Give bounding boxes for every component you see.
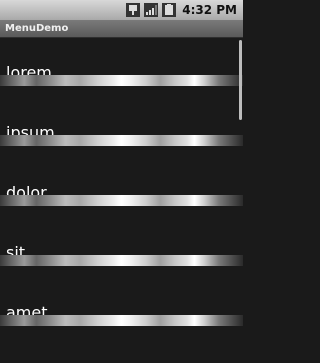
list-item-sit[interactable]: sit xyxy=(0,218,243,278)
list-item-amet[interactable]: amet xyxy=(0,278,243,338)
status-bar: 4:32 PM xyxy=(0,0,243,20)
app-title: MenuDemo xyxy=(5,23,69,34)
scrollbar[interactable] xyxy=(239,40,242,120)
battery-icon xyxy=(162,3,177,17)
list-item-ipsum[interactable]: ipsum xyxy=(0,98,243,158)
list-item-dolor[interactable]: dolor xyxy=(0,158,243,218)
status-time: 4:32 PM xyxy=(182,3,237,17)
signal-icon xyxy=(144,3,159,17)
menu-list[interactable]: lorem ipsum dolor sit amet xyxy=(0,38,243,363)
app-title-bar: MenuDemo xyxy=(0,20,243,38)
usb-icon xyxy=(126,3,141,17)
list-divider xyxy=(0,315,243,326)
list-divider xyxy=(0,75,243,86)
list-item-lorem[interactable]: lorem xyxy=(0,38,243,98)
list-divider xyxy=(0,255,243,266)
list-divider xyxy=(0,135,243,146)
list-divider xyxy=(0,195,243,206)
status-icons xyxy=(126,3,177,17)
